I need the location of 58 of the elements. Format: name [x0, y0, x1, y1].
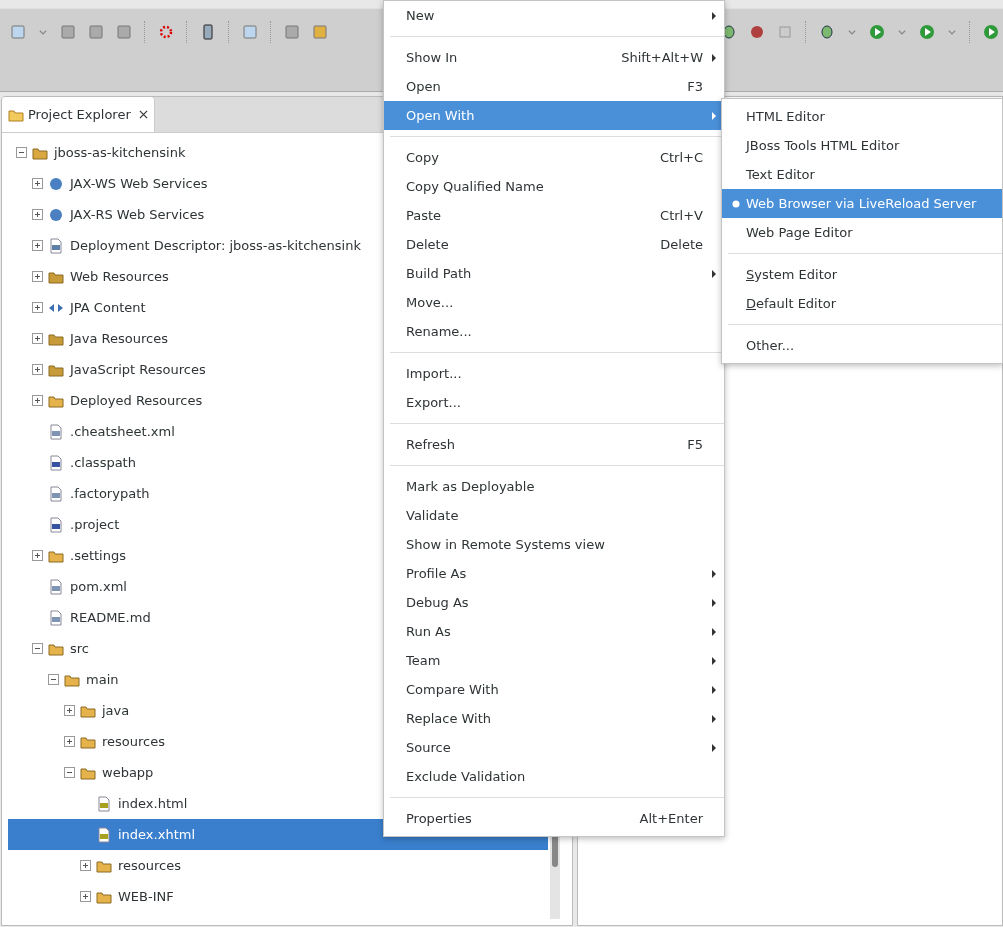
tree-item[interactable]: resources — [8, 850, 548, 881]
expander-icon[interactable] — [32, 240, 43, 251]
menu-item[interactable]: Rename... — [384, 317, 724, 346]
menu-item[interactable]: Debug As — [384, 588, 724, 617]
menu-item[interactable]: New — [384, 1, 724, 30]
expander-icon[interactable] — [80, 891, 91, 902]
menu-item[interactable]: JBoss Tools HTML Editor — [722, 131, 1002, 160]
expander-icon[interactable] — [80, 860, 91, 871]
expander-icon[interactable] — [64, 736, 75, 747]
menu-item[interactable]: Replace With — [384, 704, 724, 733]
expander-icon[interactable] — [48, 674, 59, 685]
menu-item[interactable]: Default Editor — [722, 289, 1002, 318]
menu-item[interactable]: Other... — [722, 331, 1002, 360]
menu-item[interactable]: Source — [384, 733, 724, 762]
menu-item[interactable]: Import... — [384, 359, 724, 388]
menu-item[interactable]: Open F3 — [384, 72, 724, 101]
run-server-icon[interactable] — [919, 24, 935, 40]
menu-item[interactable]: Copy Ctrl+C — [384, 143, 724, 172]
expander-icon[interactable] — [32, 643, 43, 654]
expander-icon[interactable] — [64, 767, 75, 778]
menu-item[interactable]: Show in Remote Systems view — [384, 530, 724, 559]
menu-item[interactable]: Copy Qualified Name — [384, 172, 724, 201]
expander-icon[interactable] — [64, 705, 75, 716]
run-icon[interactable] — [983, 24, 999, 40]
menu-item[interactable]: Run As — [384, 617, 724, 646]
menu-item[interactable]: HTML Editor — [722, 102, 1002, 131]
menu-item[interactable]: Validate — [384, 501, 724, 530]
menu-item[interactable]: Mark as Deployable — [384, 472, 724, 501]
stop-icon[interactable] — [749, 24, 765, 40]
menu-item[interactable]: Delete Delete — [384, 230, 724, 259]
expander-icon[interactable] — [32, 364, 43, 375]
close-icon[interactable] — [138, 110, 148, 119]
menu-item[interactable]: Web Page Editor — [722, 218, 1002, 247]
menu-item[interactable]: Text Editor — [722, 160, 1002, 189]
run-icon[interactable] — [869, 24, 885, 40]
expander-icon[interactable] — [32, 271, 43, 282]
expander-icon[interactable] — [32, 302, 43, 313]
expander-icon[interactable] — [32, 395, 43, 406]
expander-icon[interactable] — [32, 209, 43, 220]
expander-icon[interactable] — [16, 147, 27, 158]
menu-item[interactable]: Export... — [384, 388, 724, 417]
device-icon[interactable] — [200, 24, 216, 40]
menu-item[interactable]: Team — [384, 646, 724, 675]
menu-item[interactable]: Paste Ctrl+V — [384, 201, 724, 230]
menu-item[interactable]: Move... — [384, 288, 724, 317]
menu-item[interactable]: Refresh F5 — [384, 430, 724, 459]
project-explorer-tab[interactable]: Project Explorer — [2, 97, 155, 132]
menu-item[interactable]: Show In Shift+Alt+W — [384, 43, 724, 72]
tree-item[interactable]: WEB-INF — [8, 881, 548, 912]
expander-icon[interactable] — [32, 333, 43, 344]
spinner-icon[interactable] — [158, 24, 174, 40]
menu-item[interactable]: System Editor — [722, 260, 1002, 289]
menu-item[interactable]: Build Path — [384, 259, 724, 288]
menu-item[interactable]: Exclude Validation — [384, 762, 724, 791]
menu-item[interactable]: Compare With — [384, 675, 724, 704]
expander-icon[interactable] — [32, 178, 43, 189]
expander-icon[interactable] — [32, 550, 43, 561]
menu-item[interactable]: Profile As — [384, 559, 724, 588]
